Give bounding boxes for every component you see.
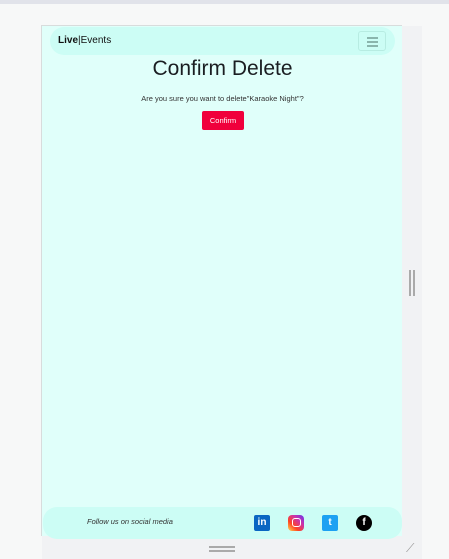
brand-logo[interactable]: Live|Events <box>58 35 111 46</box>
footer: Follow us on social media in t f <box>43 507 402 539</box>
confirm-message: Are you sure you want to delete"Karaoke … <box>141 94 304 103</box>
twitter-icon[interactable]: t <box>322 515 338 531</box>
instagram-icon[interactable] <box>288 515 304 531</box>
browser-top-bar <box>0 0 449 4</box>
follow-text: Follow us on social media <box>87 517 173 526</box>
brand-bold: Live <box>58 35 79 46</box>
brand-rest: Events <box>80 35 112 46</box>
navbar: Live|Events <box>50 27 395 55</box>
linkedin-icon[interactable]: in <box>254 515 270 531</box>
resize-corner-icon[interactable]: ⟋ <box>406 541 414 556</box>
page-title: Confirm Delete <box>152 57 293 80</box>
vertical-resize-handle[interactable] <box>409 270 415 296</box>
confirm-button[interactable]: Confirm <box>202 111 244 130</box>
page: Live|Events Confirm Delete Are you sure … <box>41 25 402 539</box>
horizontal-resize-handle[interactable] <box>209 546 235 552</box>
facebook-icon[interactable]: f <box>356 515 372 531</box>
menu-toggle-button[interactable] <box>358 31 386 51</box>
